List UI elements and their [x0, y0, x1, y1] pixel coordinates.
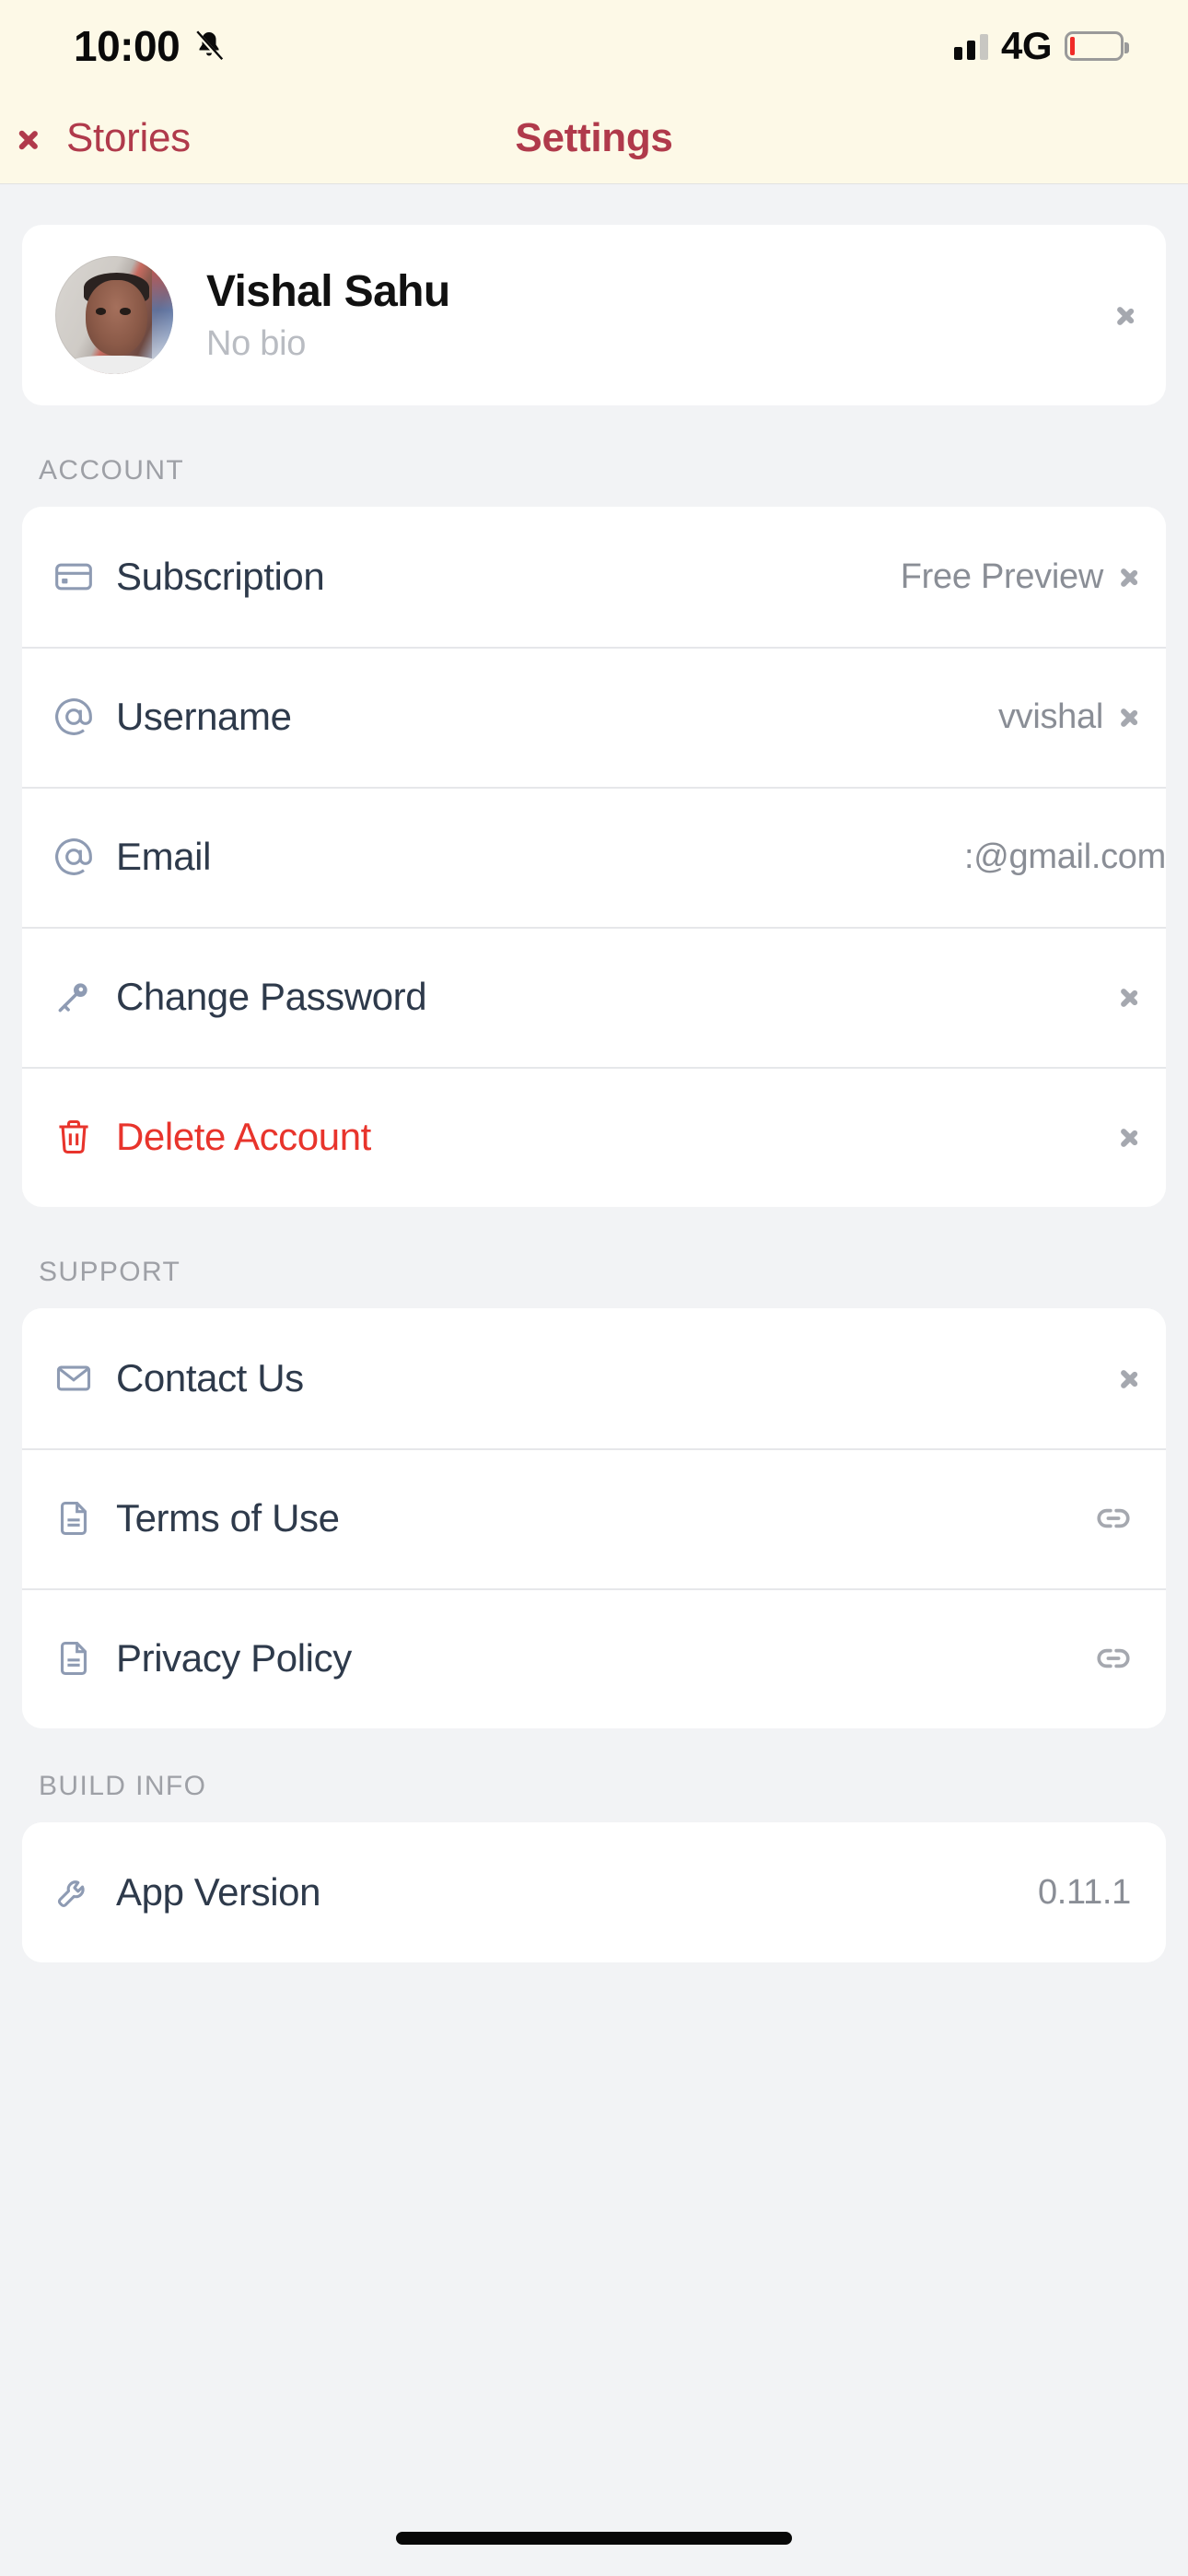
at-sign-icon [53, 697, 105, 737]
chevron-left-icon [33, 121, 53, 156]
row-label: Privacy Policy [116, 1636, 352, 1680]
network-type-label: 4G [1000, 24, 1053, 67]
link-icon [1094, 1499, 1138, 1538]
status-bar: 10:00 4G [0, 0, 1188, 92]
row-email[interactable]: Email :@gmail.com [22, 787, 1166, 927]
battery-icon [1065, 31, 1129, 61]
signal-bars-icon [953, 32, 988, 60]
wrench-icon [53, 1872, 105, 1913]
back-button-label: Stories [66, 114, 191, 160]
row-label: Email [116, 835, 212, 878]
row-delete-account[interactable]: Delete Account [22, 1067, 1166, 1207]
status-bar-left: 10:00 [74, 21, 226, 71]
status-time: 10:00 [74, 22, 181, 70]
row-privacy-policy[interactable]: Privacy Policy [22, 1588, 1166, 1728]
back-button[interactable]: Stories [0, 115, 191, 161]
account-section-card: Subscription Free Preview Username vvish… [22, 507, 1166, 1207]
support-section-card: Contact Us Terms of Use Privacy Policy [22, 1308, 1166, 1728]
section-header-support: SUPPORT [39, 1257, 181, 1287]
row-value: :@gmail.com [964, 837, 1166, 876]
profile-name: Vishal Sahu [206, 267, 450, 316]
row-contact-us[interactable]: Contact Us [22, 1308, 1166, 1448]
mail-icon [53, 1358, 105, 1399]
trash-icon [53, 1117, 105, 1157]
bell-slash-icon [192, 29, 226, 64]
row-label: Username [116, 695, 292, 738]
phone-screen: 10:00 4G Stories Settings Vishal Sahu No… [0, 0, 1188, 2576]
status-bar-right: 4G [953, 24, 1129, 68]
row-value: Free Preview [900, 556, 1104, 596]
row-change-password[interactable]: Change Password [22, 927, 1166, 1067]
build-info-section-card: App Version 0.11.1 [22, 1822, 1166, 1962]
row-label: Delete Account [116, 1115, 371, 1158]
row-label: App Version [116, 1870, 321, 1914]
row-username[interactable]: Username vvishal [22, 647, 1166, 787]
chevron-right-icon [1120, 561, 1138, 592]
chevron-right-icon [1120, 701, 1138, 732]
chevron-right-icon [1120, 1121, 1138, 1153]
row-label: Change Password [116, 975, 427, 1018]
key-icon [53, 977, 105, 1017]
row-app-version: App Version 0.11.1 [22, 1822, 1166, 1962]
row-label: Terms of Use [116, 1496, 340, 1540]
at-sign-icon [53, 837, 105, 877]
home-indicator [396, 2532, 792, 2545]
row-label: Subscription [116, 555, 325, 598]
section-header-build-info: BUILD INFO [39, 1771, 207, 1801]
document-icon [53, 1638, 105, 1679]
profile-bio: No bio [206, 324, 307, 363]
navigation-bar: Stories Settings [0, 92, 1188, 184]
row-label: Contact Us [116, 1356, 304, 1399]
profile-text: Vishal Sahu No bio [206, 266, 450, 364]
settings-content: Vishal Sahu No bio ACCOUNT Subscription … [0, 225, 1188, 1962]
row-value: vvishal [997, 697, 1103, 736]
profile-card[interactable]: Vishal Sahu No bio [22, 225, 1166, 405]
avatar [55, 256, 173, 374]
section-header-account: ACCOUNT [39, 455, 185, 486]
credit-card-icon [53, 556, 105, 597]
chevron-right-icon [1120, 981, 1138, 1013]
document-icon [53, 1498, 105, 1539]
link-icon [1094, 1639, 1138, 1678]
row-value: 0.11.1 [1037, 1872, 1131, 1912]
row-subscription[interactable]: Subscription Free Preview [22, 507, 1166, 647]
row-terms-of-use[interactable]: Terms of Use [22, 1448, 1166, 1588]
chevron-right-icon [1120, 1363, 1138, 1394]
chevron-right-icon [1116, 299, 1135, 331]
